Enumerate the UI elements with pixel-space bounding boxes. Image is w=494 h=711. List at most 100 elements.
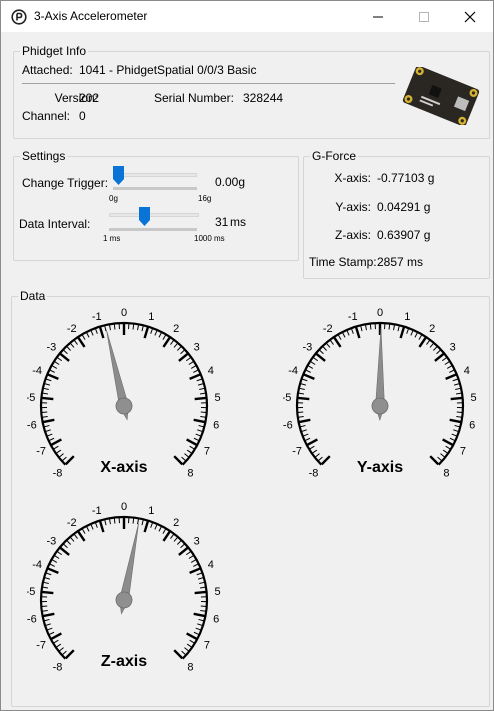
minor-tick [113, 518, 116, 524]
minor-tick [188, 555, 194, 559]
minor-tick [51, 559, 58, 563]
maximize-icon [419, 12, 429, 22]
minor-tick [44, 383, 51, 386]
minor-tick [442, 449, 448, 454]
tick-label: -6 [27, 613, 37, 625]
minor-tick [199, 387, 205, 390]
minor-tick [189, 445, 195, 450]
minor-tick [193, 631, 200, 635]
major-tick [297, 396, 310, 401]
change-trigger-track[interactable] [113, 173, 197, 177]
data-interval-thumb[interactable] [139, 207, 151, 226]
tick-label: -7 [36, 639, 46, 651]
tick-label: 6 [213, 419, 219, 431]
major-tick [178, 546, 189, 556]
minor-tick [451, 433, 458, 437]
minor-tick [70, 536, 75, 542]
major-tick [450, 396, 463, 401]
tick-label: 2 [429, 323, 435, 335]
change-trigger-value: 0.00g [215, 175, 246, 189]
tick-label: -8 [309, 467, 319, 479]
minor-tick [193, 437, 200, 441]
major-tick [418, 336, 427, 348]
major-tick [173, 649, 184, 660]
minor-tick [177, 540, 182, 545]
tick-label: -8 [53, 467, 63, 479]
minor-tick [158, 526, 162, 532]
minor-tick [180, 543, 185, 549]
minor-tick [49, 369, 55, 373]
minor-tick [433, 346, 438, 351]
major-tick [189, 373, 201, 380]
minor-tick [446, 365, 453, 369]
major-tick [178, 352, 189, 362]
z-axis-value: 0.63907 g [377, 228, 431, 242]
minor-tick [56, 643, 62, 648]
minor-tick [170, 533, 175, 539]
close-button[interactable] [447, 1, 493, 32]
minimize-button[interactable] [355, 1, 401, 32]
minor-tick [455, 392, 462, 395]
minor-tick [104, 325, 107, 332]
tick-label: -6 [283, 419, 293, 431]
minor-tick [199, 392, 206, 395]
minor-tick [63, 349, 68, 355]
tick-label: -5 [283, 392, 291, 404]
major-tick [354, 326, 361, 339]
tick-label: 0 [377, 307, 383, 319]
minor-tick [299, 387, 305, 390]
minor-tick [350, 328, 354, 334]
major-tick [77, 336, 86, 348]
major-tick [306, 438, 318, 446]
minor-tick [90, 524, 94, 530]
data-interval-track[interactable] [109, 213, 199, 217]
minor-tick [66, 540, 71, 545]
minor-tick [200, 610, 206, 612]
tick-label: 5 [214, 392, 220, 404]
major-tick [50, 438, 62, 446]
minor-tick [197, 429, 203, 432]
device-board-image [402, 67, 480, 125]
tick-label: -4 [288, 365, 298, 377]
minor-tick [197, 623, 203, 626]
tick-label: 3 [194, 341, 200, 353]
minor-tick [162, 334, 167, 340]
minor-tick [86, 526, 90, 532]
minor-tick [429, 342, 434, 348]
change-trigger-thumb[interactable] [113, 166, 124, 185]
minor-tick [177, 346, 182, 351]
minor-tick [369, 324, 372, 330]
minor-tick [441, 357, 448, 362]
tick-label: 1 [148, 311, 154, 323]
maximize-button[interactable] [401, 1, 447, 32]
serial-label: Serial Number: [153, 91, 234, 105]
gauge-hub [115, 591, 133, 609]
minor-tick [190, 559, 197, 563]
major-tick [186, 632, 198, 640]
minor-tick [81, 528, 86, 534]
minor-tick [314, 453, 320, 458]
minor-tick [309, 445, 315, 450]
minor-tick [186, 643, 192, 648]
minor-tick [94, 328, 98, 334]
tick-label: 1 [404, 311, 410, 323]
x-axis-label: X-axis: [334, 171, 371, 185]
minor-tick [45, 429, 51, 432]
minor-tick [45, 378, 52, 382]
minor-tick [329, 339, 334, 345]
minor-tick [70, 342, 75, 348]
tick-label: 0 [121, 501, 127, 513]
tick-label: -1 [348, 311, 358, 323]
attached-label: Attached: [22, 63, 73, 77]
minor-tick [42, 610, 48, 612]
minor-tick [300, 383, 307, 386]
tick-label: 0 [121, 307, 127, 319]
minor-tick [437, 456, 443, 462]
tick-label: -3 [46, 535, 56, 547]
timestamp-value: 2857 ms [377, 255, 424, 269]
gforce-legend: G-Force [312, 149, 357, 163]
minor-tick [310, 361, 316, 365]
tick-label: -6 [27, 419, 37, 431]
minor-tick [154, 330, 158, 336]
major-tick [47, 567, 59, 574]
